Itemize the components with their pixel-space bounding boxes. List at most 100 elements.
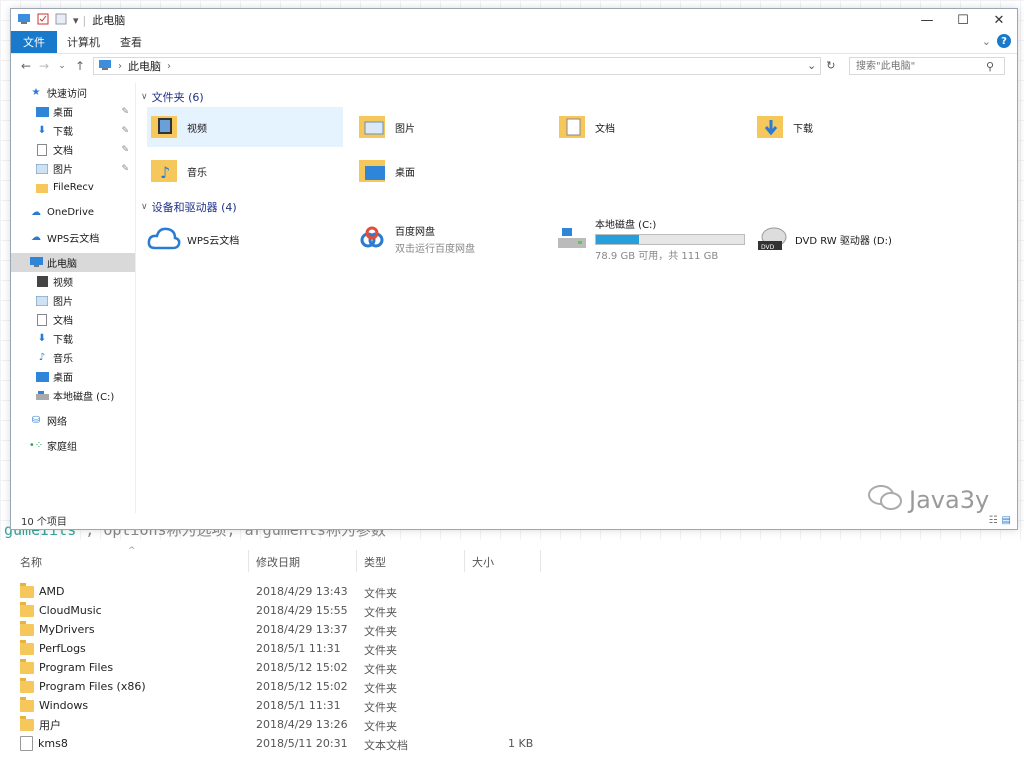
refresh-icon[interactable]: ↻ [826, 59, 835, 72]
file-modified: 2018/5/1 11:31 [256, 642, 341, 655]
nav-quick-access[interactable]: ★ 快速访问 [11, 83, 135, 102]
search-icon[interactable]: ⚲ [986, 60, 994, 73]
chevron-down-icon: ∨ [141, 202, 148, 212]
title-bar: ▾ | 此电脑 — ☐ ✕ [11, 9, 1017, 31]
nav-downloads-pinned[interactable]: ⬇ 下载 ✎ [11, 121, 135, 140]
file-modified: 2018/5/11 20:31 [256, 737, 348, 750]
breadcrumb-chevron-icon[interactable]: › [167, 61, 171, 72]
folder-tile-downloads[interactable]: 下载 [753, 107, 943, 147]
drive-usage-bar [595, 234, 745, 245]
tab-view[interactable]: 查看 [110, 31, 152, 53]
folder-icon [20, 639, 34, 655]
nav-downloads[interactable]: ⬇ 下载 [11, 329, 135, 348]
file-name: Program Files (x86) [39, 680, 146, 693]
nav-network[interactable]: ⛁ 网络 [11, 411, 135, 430]
column-header-type[interactable]: 类型 [364, 554, 386, 570]
file-name: Program Files [39, 661, 114, 674]
nav-homegroup[interactable]: •⁘ 家庭组 [11, 436, 135, 455]
table-row[interactable]: 用户 [20, 715, 61, 734]
nav-videos[interactable]: 视频 [11, 272, 135, 291]
picture-icon [35, 295, 49, 306]
nav-local-disk-c[interactable]: 本地磁盘 (C:) [11, 386, 135, 405]
video-folder-icon [147, 110, 181, 144]
back-button[interactable]: ← [17, 59, 35, 73]
folder-icon [20, 582, 34, 598]
folders-group-header[interactable]: ∨ 文件夹 (6) [141, 89, 204, 105]
expand-ribbon-icon[interactable]: ⌄ [982, 35, 991, 48]
recent-locations-icon[interactable]: ⌄ [53, 61, 71, 71]
chevron-down-icon[interactable]: ▾ [73, 14, 79, 27]
computer-icon [29, 257, 43, 268]
maximize-button[interactable]: ☐ [945, 9, 981, 31]
table-row[interactable]: Windows [20, 696, 88, 715]
pin-icon: ✎ [121, 144, 129, 155]
device-tile-wps-cloud[interactable]: WPS云文档 [147, 219, 343, 259]
folder-tile-music[interactable]: ♪ 音乐 [147, 151, 337, 191]
ribbon-tabs: 文件 计算机 查看 ⌄ ? [11, 31, 1017, 54]
nav-desktop-pinned[interactable]: 桌面 ✎ [11, 102, 135, 121]
table-row[interactable]: AMD [20, 582, 65, 601]
table-row[interactable]: PerfLogs [20, 639, 86, 658]
search-box[interactable]: ⚲ [849, 57, 1005, 75]
desktop-icon [35, 371, 49, 382]
device-tile-dvd-drive[interactable]: DVD DVD RW 驱动器 (D:) [755, 219, 951, 259]
table-row[interactable]: Program Files (x86) [20, 677, 146, 696]
address-dropdown-icon[interactable]: ⌄ [807, 59, 816, 72]
file-type: 文本文档 [364, 739, 408, 752]
nav-documents-pinned[interactable]: 文档 ✎ [11, 140, 135, 159]
table-row[interactable]: CloudMusic [20, 601, 102, 620]
details-view-icon[interactable]: ☷ [989, 515, 998, 526]
column-header-modified[interactable]: 修改日期 [256, 554, 300, 570]
nav-wps-cloud[interactable]: ☁ WPS云文档 [11, 228, 135, 247]
column-header-name[interactable]: 名称 [20, 554, 42, 570]
nav-filerecv[interactable]: FileRecv [11, 178, 135, 197]
device-tile-baidu-netdisk[interactable]: 百度网盘 双击运行百度网盘 [355, 219, 551, 259]
address-input[interactable]: › 此电脑 › [93, 57, 821, 75]
table-row[interactable]: MyDrivers [20, 620, 95, 639]
help-icon[interactable]: ? [997, 34, 1011, 48]
close-button[interactable]: ✕ [981, 9, 1017, 31]
nav-onedrive[interactable]: ☁ OneDrive [11, 203, 135, 222]
watermark-text: Java3y [909, 486, 990, 514]
folder-tile-documents[interactable]: 文档 [555, 107, 745, 147]
column-divider[interactable] [540, 550, 541, 572]
wps-cloud-icon [147, 222, 181, 256]
up-button[interactable]: ↑ [71, 59, 89, 73]
chevron-down-icon: ∨ [141, 92, 148, 102]
tab-file[interactable]: 文件 [11, 31, 57, 53]
devices-group-header[interactable]: ∨ 设备和驱动器 (4) [141, 199, 237, 215]
file-modified: 2018/4/29 13:26 [256, 718, 348, 731]
column-divider[interactable] [356, 550, 357, 572]
file-list: ^ 名称 修改日期 类型 大小 AMD 2018/4/29 13:43 文件夹 Clo… [0, 546, 1024, 759]
minimize-button[interactable]: — [909, 9, 945, 31]
table-row[interactable]: Program Files [20, 658, 113, 677]
device-tile-local-disk-c[interactable]: 本地磁盘 (C:) 78.9 GB 可用，共 111 GB [555, 219, 751, 262]
tiles-view-icon[interactable]: ▤ [1002, 515, 1011, 526]
nav-this-pc[interactable]: 此电脑 [11, 253, 135, 272]
table-row[interactable]: kms8 [20, 734, 68, 753]
nav-pictures-pinned[interactable]: 图片 ✎ [11, 159, 135, 178]
folder-tile-videos[interactable]: 视频 [147, 107, 343, 147]
file-type: 文件夹 [364, 701, 397, 714]
folder-tile-pictures[interactable]: 图片 [355, 107, 545, 147]
folder-label: 桌面 [395, 167, 415, 179]
folder-tile-desktop[interactable]: 桌面 [355, 151, 545, 191]
breadcrumb-location[interactable]: 此电脑 [128, 58, 161, 74]
column-divider[interactable] [464, 550, 465, 572]
column-divider[interactable] [248, 550, 249, 572]
properties-icon[interactable] [37, 13, 49, 28]
nav-documents[interactable]: 文档 [11, 310, 135, 329]
file-modified: 2018/4/29 13:43 [256, 585, 348, 598]
file-type: 文件夹 [364, 644, 397, 657]
forward-button[interactable]: → [35, 59, 53, 73]
search-input[interactable] [854, 59, 986, 73]
nav-desktop[interactable]: 桌面 [11, 367, 135, 386]
music-icon: ♪ [38, 352, 46, 363]
tab-computer[interactable]: 计算机 [57, 31, 110, 53]
nav-music[interactable]: ♪ 音乐 [11, 348, 135, 367]
nav-pictures[interactable]: 图片 [11, 291, 135, 310]
column-header-size[interactable]: 大小 [472, 554, 494, 570]
device-subtext: 双击运行百度网盘 [395, 244, 475, 255]
file-name: Windows [39, 699, 89, 712]
new-folder-icon[interactable] [55, 13, 67, 28]
